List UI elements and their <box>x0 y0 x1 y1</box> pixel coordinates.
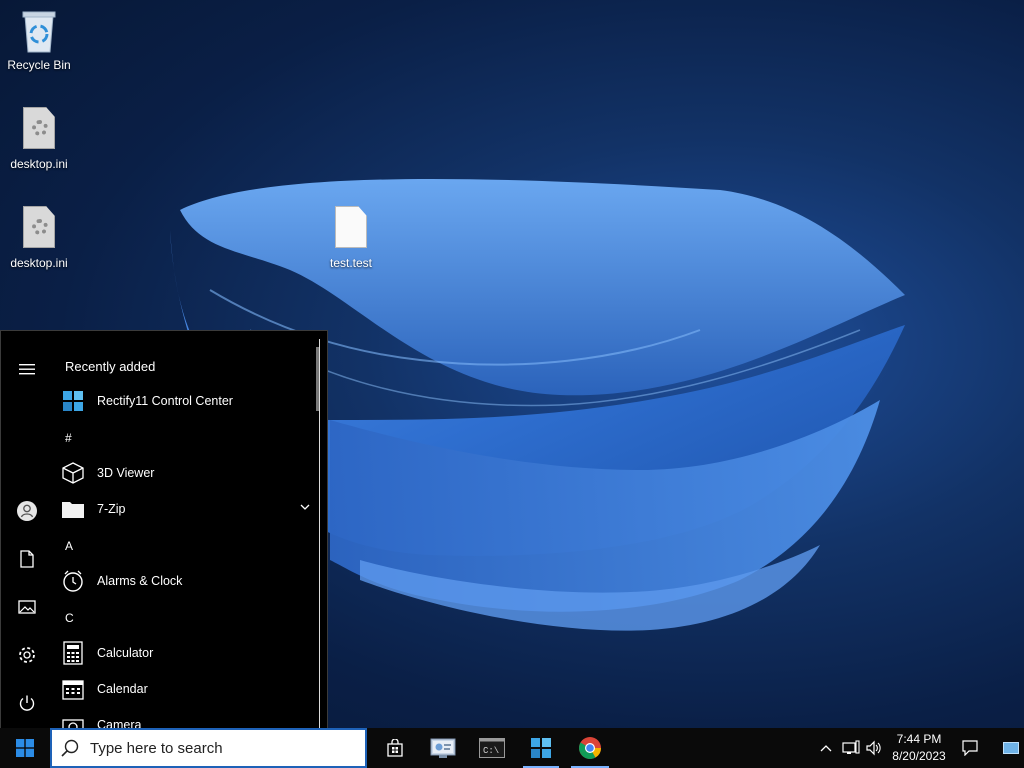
settings-icon[interactable] <box>9 637 45 673</box>
desktop-icon-label: desktop.ini <box>10 256 68 270</box>
start-button[interactable] <box>0 728 50 768</box>
desktop-icon-label: test.test <box>329 256 373 270</box>
rectify11-icon <box>531 738 551 758</box>
clock-icon <box>61 569 85 593</box>
notification-center[interactable] <box>957 728 983 768</box>
app-item-alarms-clock[interactable]: Alarms & Clock <box>61 565 311 597</box>
user-icon[interactable] <box>9 493 45 529</box>
svg-text:C:\: C:\ <box>483 746 499 756</box>
section-header-c[interactable]: C <box>65 611 74 625</box>
desktop-icon-desktop-ini-1[interactable]: desktop.ini <box>1 107 77 171</box>
app-label: Rectify11 Control Center <box>97 394 233 408</box>
section-header-a[interactable]: A <box>65 539 73 553</box>
taskbar-rectify11[interactable] <box>517 728 565 768</box>
taskbar-store[interactable] <box>371 728 419 768</box>
chevron-up-icon <box>820 745 832 752</box>
taskbar-control-panel[interactable] <box>419 728 467 768</box>
chrome-icon <box>579 737 601 759</box>
start-menu: Recently added Rectify11 Control Center … <box>0 330 329 729</box>
blank-file-icon <box>331 206 371 252</box>
desktop-icon-label: Recycle Bin <box>7 58 71 72</box>
app-label: 7-Zip <box>97 502 126 516</box>
folder-icon <box>61 497 85 521</box>
app-item-rectify11-control-center[interactable]: Rectify11 Control Center <box>61 385 311 417</box>
clock-date: 8/20/2023 <box>892 749 946 763</box>
search-input[interactable] <box>90 739 350 757</box>
app-list[interactable]: Recently added Rectify11 Control Center … <box>53 331 329 729</box>
tray-network[interactable] <box>839 728 863 768</box>
desktop-icon-test-test[interactable]: test.test <box>313 206 389 270</box>
app-label: Calculator <box>97 646 154 660</box>
section-header-hash[interactable]: # <box>65 431 72 445</box>
app-item-camera[interactable]: Camera <box>61 709 311 729</box>
clock-time: 7:44 PM <box>896 732 942 746</box>
menu-icon[interactable] <box>9 351 45 387</box>
power-icon[interactable] <box>9 685 45 721</box>
tray-volume[interactable] <box>862 728 886 768</box>
show-desktop[interactable] <box>998 728 1024 768</box>
rectify11-icon <box>61 389 85 413</box>
calculator-icon <box>61 641 85 665</box>
app-label: 3D Viewer <box>97 466 155 480</box>
settings-file-icon <box>19 206 59 252</box>
notification-icon <box>962 740 978 756</box>
windows-logo-icon <box>16 739 34 757</box>
settings-file-icon <box>19 107 59 153</box>
app-item-3d-viewer[interactable]: 3D Viewer <box>61 457 311 489</box>
taskbar-clock[interactable]: 7:44 PM 8/20/2023 <box>888 728 950 768</box>
documents-icon[interactable] <box>9 541 45 577</box>
search-icon <box>61 739 79 757</box>
pictures-icon[interactable] <box>9 589 45 625</box>
recycle-bin-icon <box>19 8 59 54</box>
tray-overflow-chevron[interactable] <box>815 728 837 768</box>
app-item-7-zip[interactable]: 7-Zip <box>61 493 311 525</box>
calendar-icon <box>61 677 85 701</box>
app-item-calendar[interactable]: Calendar <box>61 673 311 705</box>
taskbar-search[interactable] <box>50 728 367 768</box>
app-label: Calendar <box>97 682 148 696</box>
start-menu-divider <box>319 339 320 729</box>
app-label: Alarms & Clock <box>97 574 183 588</box>
desktop-icon-label: desktop.ini <box>10 157 68 171</box>
store-icon <box>387 739 403 757</box>
camera-icon <box>61 713 85 729</box>
app-item-calculator[interactable]: Calculator <box>61 637 311 669</box>
show-desktop-icon <box>1003 742 1019 754</box>
taskbar-cmd[interactable]: C:\ <box>467 728 517 768</box>
chevron-down-icon[interactable] <box>299 501 311 513</box>
desktop-icon-desktop-ini-2[interactable]: desktop.ini <box>1 206 77 270</box>
volume-icon <box>866 740 881 756</box>
desktop-icon-recycle-bin[interactable]: Recycle Bin <box>1 8 77 72</box>
recently-added-header: Recently added <box>65 359 156 374</box>
cube-icon <box>61 461 85 485</box>
taskbar-chrome[interactable] <box>565 728 615 768</box>
control-panel-icon <box>430 738 456 758</box>
network-icon <box>842 740 860 754</box>
cmd-icon: C:\ <box>479 738 505 758</box>
start-rail <box>1 331 53 729</box>
